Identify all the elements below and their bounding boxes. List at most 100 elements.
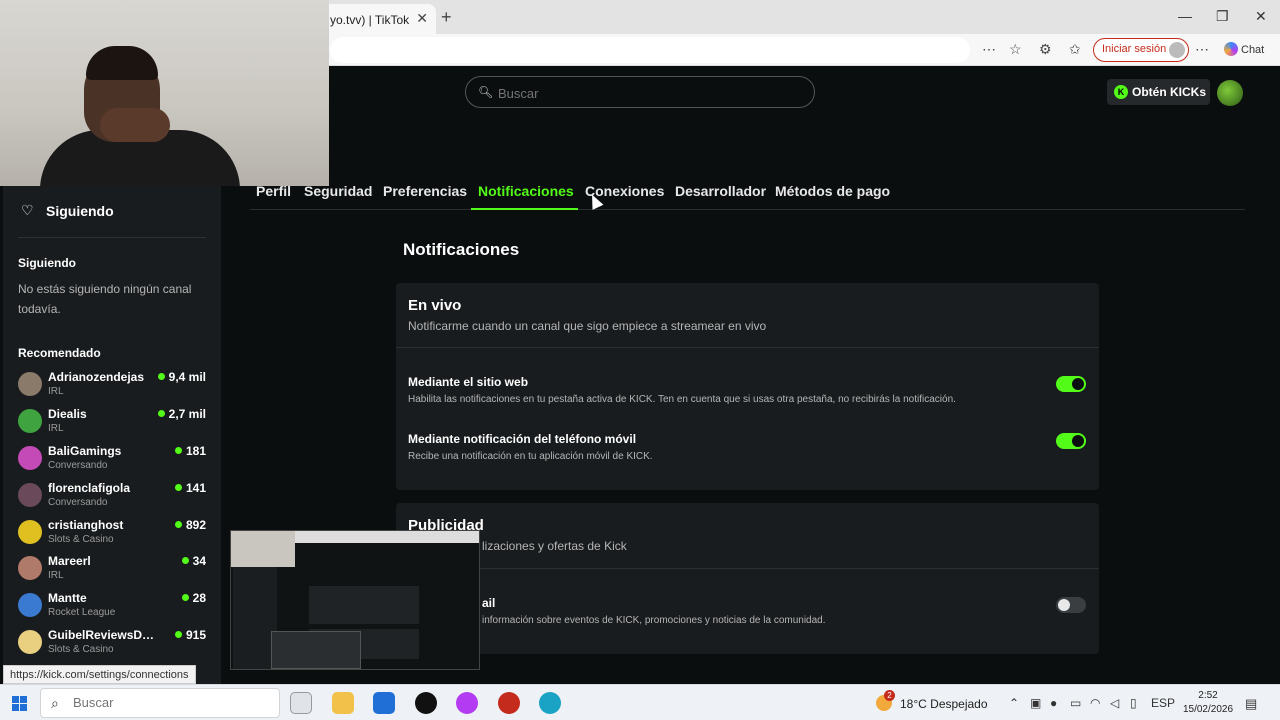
recommended-section-label: Recomendado: [18, 346, 101, 360]
viewer-count: 181: [174, 444, 206, 458]
following-empty-text: No estás siguiendo ningún canal todavía.: [18, 282, 192, 316]
maximize-icon[interactable]: ❐: [1216, 8, 1229, 25]
recommended-channel[interactable]: BaliGamings Conversando 181: [18, 442, 208, 474]
battery-icon[interactable]: ▯: [1130, 696, 1137, 710]
windows-start-icon[interactable]: [12, 696, 27, 711]
channel-name: florenclafigola: [48, 481, 131, 495]
user-avatar[interactable]: [1217, 80, 1243, 106]
recommended-channel[interactable]: Mantte Rocket League 28: [18, 589, 208, 621]
windows-taskbar: ⌕ 2 18°C Despejado ⌃ ▣ ● ▭ ◠ ◁ ▯ ESP 2:5…: [0, 684, 1280, 720]
app-icon[interactable]: [498, 692, 520, 714]
webcam-overlay: [0, 0, 329, 186]
channel-category: Conversando: [48, 497, 108, 508]
clock-time: 2:52: [1198, 690, 1218, 701]
volume-icon[interactable]: ◁: [1110, 696, 1119, 710]
active-tab-indicator: [471, 208, 578, 210]
favorites-icon[interactable]: ✩: [1069, 41, 1081, 58]
window-close-icon[interactable]: ✕: [1255, 8, 1267, 25]
viewer-count: 9,4 mil: [157, 370, 206, 384]
system-clock[interactable]: 2:52 15/02/2026: [1180, 689, 1236, 717]
setting-row-mobile: Mediante notificación del teléfono móvil…: [408, 432, 1088, 462]
channel-name: Diealis: [48, 407, 87, 421]
new-tab-icon[interactable]: +: [441, 7, 452, 28]
edge-icon[interactable]: [539, 692, 561, 714]
settings-menu-icon[interactable]: ⋯: [1195, 41, 1209, 58]
channel-avatar: [18, 556, 42, 580]
app-icon[interactable]: [456, 692, 478, 714]
tab-preferencias[interactable]: Preferencias: [383, 183, 467, 199]
channel-category: IRL: [48, 570, 64, 581]
clock-date: 15/02/2026: [1182, 704, 1234, 715]
get-kicks-button[interactable]: K Obtén KICKs: [1107, 79, 1210, 105]
live-card-subtitle: Notificarme cuando un canal que sigo emp…: [408, 319, 767, 333]
page-title: Notificaciones: [403, 240, 520, 259]
weather-text[interactable]: 18°C Despejado: [900, 697, 988, 711]
channel-avatar: [18, 593, 42, 617]
taskbar-search[interactable]: ⌕: [40, 688, 280, 718]
divider: [396, 568, 1099, 569]
thumbnail-webcam: [231, 531, 295, 567]
minimize-icon[interactable]: —: [1178, 8, 1192, 24]
sidebar-following-link[interactable]: Siguiendo: [46, 203, 114, 219]
signin-label: Iniciar sesión: [1102, 43, 1167, 55]
taskbar-search-input[interactable]: [73, 695, 263, 710]
email-notification-toggle[interactable]: [1056, 597, 1086, 613]
recommended-channel[interactable]: Mareerl IRL 34: [18, 552, 208, 584]
url-field[interactable]: [330, 37, 970, 63]
ads-notifications-card: Publicidad lizaciones y ofertas de Kick …: [396, 503, 1099, 654]
viewer-count: 141: [174, 481, 206, 495]
tab-notificaciones[interactable]: Notificaciones: [478, 183, 574, 199]
file-explorer-icon[interactable]: [332, 692, 354, 714]
chevron-up-icon[interactable]: ⌃: [1009, 696, 1019, 710]
row-description: información sobre eventos de KICK, promo…: [482, 615, 826, 626]
browser-tab[interactable]: yo.tvv) | TikTok ✕: [318, 4, 436, 34]
tray-app-icon[interactable]: ▣: [1030, 696, 1041, 710]
store-icon[interactable]: [373, 692, 395, 714]
setting-row-website: Mediante el sitio web Habilita las notif…: [408, 375, 1088, 405]
tab-desarrollador[interactable]: Desarrollador: [675, 183, 766, 199]
live-dot-icon: [157, 410, 165, 417]
row-title: Mediante el sitio web: [408, 375, 529, 389]
network-icon[interactable]: ▭: [1070, 696, 1081, 710]
microphone-icon[interactable]: ●: [1050, 696, 1057, 710]
sidebar: ♡ Siguiendo Siguiendo No estás siguiendo…: [3, 185, 221, 684]
more-icon[interactable]: ⋯: [982, 41, 996, 58]
get-kicks-label: Obtén KICKs: [1132, 85, 1207, 99]
language-indicator[interactable]: ESP: [1151, 696, 1175, 710]
wifi-icon[interactable]: ◠: [1090, 696, 1100, 710]
tab-metodos-de-pago[interactable]: Métodos de pago: [775, 183, 890, 199]
favorite-star-icon[interactable]: ☆: [1009, 41, 1022, 58]
mobile-notification-toggle[interactable]: [1056, 433, 1086, 449]
live-dot-icon: [174, 631, 182, 638]
search-input[interactable]: [498, 83, 798, 103]
website-notification-toggle[interactable]: [1056, 376, 1086, 392]
channel-avatar: [18, 446, 42, 470]
channel-avatar: [18, 630, 42, 654]
channel-avatar: [18, 372, 42, 396]
live-dot-icon: [174, 447, 182, 454]
recommended-channel[interactable]: Adrianozendejas IRL 9,4 mil: [18, 368, 208, 400]
recommended-channel[interactable]: cristianghost Slots & Casino 892: [18, 516, 208, 548]
setting-row-email: ail información sobre eventos de KICK, p…: [408, 596, 1088, 626]
notifications-icon[interactable]: ▤: [1245, 696, 1257, 712]
channel-name: BaliGamings: [48, 444, 122, 458]
close-tab-icon[interactable]: ✕: [416, 10, 428, 27]
divider: [18, 237, 206, 238]
recommended-channel[interactable]: florenclafigola Conversando 141: [18, 479, 208, 511]
channel-category: IRL: [48, 423, 64, 434]
link-status-url: https://kick.com/settings/connections: [3, 665, 196, 684]
chat-label: Chat: [1241, 44, 1265, 56]
task-view-icon[interactable]: [290, 692, 312, 714]
recommended-channel[interactable]: Diealis IRL 2,7 mil: [18, 405, 208, 437]
channel-avatar: [18, 409, 42, 433]
channel-name: Mantte: [48, 591, 87, 605]
tiktok-icon[interactable]: [415, 692, 437, 714]
signin-button[interactable]: Iniciar sesión: [1093, 38, 1190, 62]
recommended-channel[interactable]: GuibelReviewsDirecto Slots & Casino 915: [18, 626, 208, 658]
search-box[interactable]: 🔍︎: [465, 76, 815, 108]
kicks-icon: K: [1114, 85, 1128, 99]
extensions-icon[interactable]: ⚙: [1039, 41, 1052, 58]
channel-category: Rocket League: [48, 607, 116, 618]
channel-category: IRL: [48, 386, 64, 397]
copilot-chat-button[interactable]: Chat: [1224, 42, 1264, 56]
